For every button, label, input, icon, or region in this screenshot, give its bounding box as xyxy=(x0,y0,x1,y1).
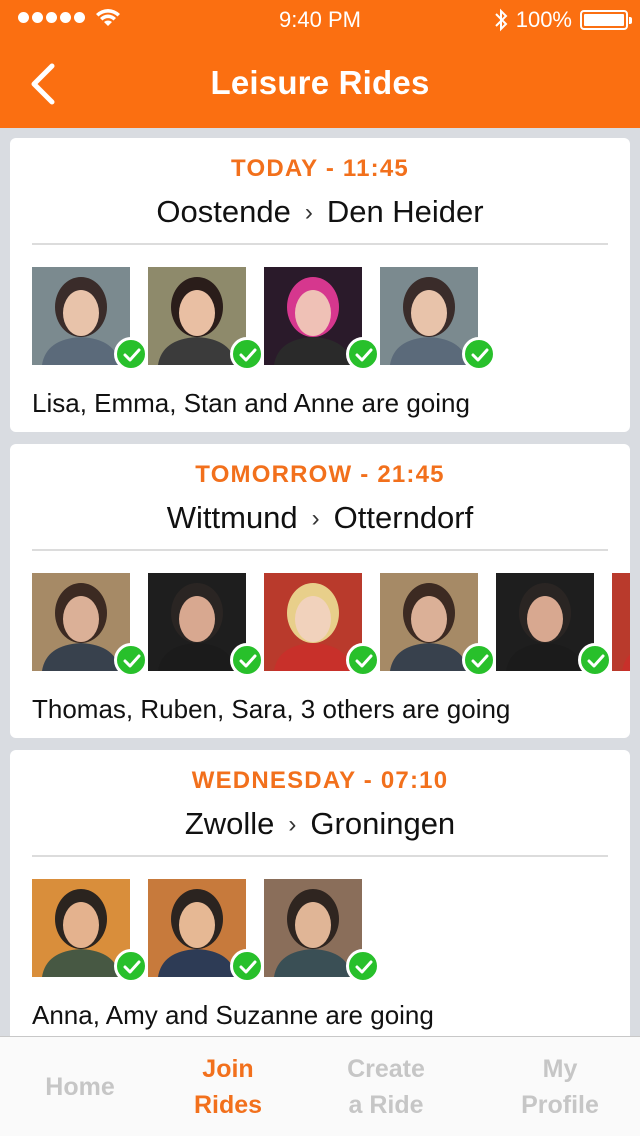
attendees-summary: Lisa, Emma, Stan and Anne are going xyxy=(32,388,470,418)
check-icon xyxy=(462,337,496,371)
check-icon xyxy=(114,337,148,371)
nav-bar: Leisure Rides xyxy=(0,40,640,128)
ride-origin: Zwolle xyxy=(184,806,275,841)
check-icon xyxy=(346,643,380,677)
chevron-right-icon: › xyxy=(311,505,320,532)
check-icon xyxy=(346,949,380,983)
check-icon xyxy=(462,643,496,677)
tab-label-line2: Rides xyxy=(193,1091,263,1119)
ride-route: Wittmund › Otterndorf xyxy=(10,500,630,536)
status-bar: 9:40 PM 100% xyxy=(0,0,640,40)
check-icon xyxy=(230,949,264,983)
tab-label-line2: Profile xyxy=(521,1091,599,1119)
divider xyxy=(32,243,608,245)
tab-bar: Home Join Rides Create a Ride My Profile xyxy=(0,1036,640,1136)
bluetooth-icon xyxy=(495,8,508,32)
page-title: Leisure Rides xyxy=(210,64,430,101)
ride-destination: Den Heider xyxy=(326,194,484,229)
check-icon xyxy=(230,643,264,677)
ride-card[interactable]: WEDNESDAY - 07:10 Zwolle › Groningen Anna,… xyxy=(10,750,630,1036)
attendee-avatar[interactable] xyxy=(612,573,630,671)
ride-destination: Groningen xyxy=(310,806,456,841)
ride-route: Oostende › Den Heider xyxy=(10,194,630,230)
ride-date-time: TODAY - 11:45 xyxy=(231,155,409,182)
ride-card[interactable]: TODAY - 11:45 Oostende › Den Heider Lisa, … xyxy=(10,138,630,432)
header: 9:40 PM 100% Leisure Rides xyxy=(0,0,640,128)
check-icon xyxy=(346,337,380,371)
ride-destination: Otterndorf xyxy=(333,500,474,535)
rides-feed[interactable]: TODAY - 11:45 Oostende › Den Heider Lisa, … xyxy=(0,128,640,1036)
status-right: 100% xyxy=(494,7,632,33)
tab-join-rides[interactable]: Join Rides xyxy=(148,1037,308,1136)
tab-label-line1: Join xyxy=(202,1055,254,1083)
check-icon xyxy=(114,643,148,677)
ride-origin: Wittmund xyxy=(166,500,298,535)
ride-route: Zwolle › Groningen xyxy=(10,806,630,842)
check-icon xyxy=(230,337,264,371)
tab-label-line1: Create xyxy=(347,1055,425,1083)
ride-card[interactable]: TOMORROW - 21:45 Wittmund › Otterndorf Tho… xyxy=(10,444,630,738)
tab-home[interactable]: Home xyxy=(0,1037,160,1136)
battery-icon xyxy=(580,10,632,30)
ride-date-time: TOMORROW - 21:45 xyxy=(195,461,445,488)
tab-label: Home xyxy=(45,1073,115,1101)
divider xyxy=(32,549,608,551)
chevron-right-icon: › xyxy=(288,811,297,838)
tab-label-line2: a Ride xyxy=(348,1091,424,1119)
attendees-summary: Thomas, Ruben, Sara, 3 others are going xyxy=(32,694,511,724)
attendee-avatars xyxy=(32,879,630,983)
attendee-avatars xyxy=(32,267,630,371)
tab-label-line1: My xyxy=(542,1055,578,1083)
ride-origin: Oostende xyxy=(156,194,291,229)
tab-my-profile[interactable]: My Profile xyxy=(480,1037,640,1136)
avatar-photo xyxy=(612,573,630,671)
check-icon xyxy=(114,949,148,983)
attendees-summary: Anna, Amy and Suzanne are going xyxy=(32,1000,434,1030)
check-icon xyxy=(578,643,612,677)
tab-create-ride[interactable]: Create a Ride xyxy=(306,1037,466,1136)
chevron-right-icon: › xyxy=(304,199,313,226)
divider xyxy=(32,855,608,857)
battery-percentage: 100% xyxy=(515,7,572,32)
ride-date-time: WEDNESDAY - 07:10 xyxy=(191,767,449,794)
attendee-avatars xyxy=(32,573,630,677)
